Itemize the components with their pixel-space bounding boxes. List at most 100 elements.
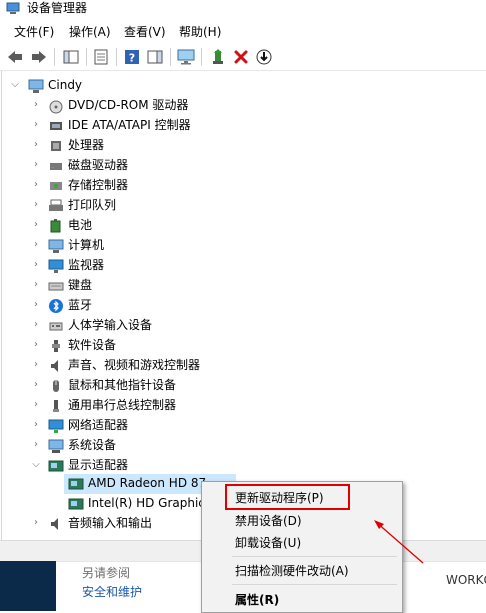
tree-category[interactable]: › 鼠标和其他指针设备 <box>2 376 486 396</box>
tree-category-label: IDE ATA/ATAPI 控制器 <box>68 118 191 132</box>
tree-category-label: 打印队列 <box>68 198 117 212</box>
tree-category-label: 鼠标和其他指针设备 <box>68 378 177 392</box>
collapse-icon[interactable]: ⌵ <box>31 460 41 470</box>
security-maintenance-link[interactable]: 安全和维护 <box>82 583 142 600</box>
tree-category-label: 键盘 <box>68 278 93 292</box>
tree-category[interactable]: › 蓝牙 <box>2 296 486 316</box>
help-icon[interactable]: ? <box>123 48 141 66</box>
tree-category[interactable]: › 磁盘驱动器 <box>2 156 486 176</box>
uninstall-icon[interactable] <box>232 48 250 66</box>
expand-icon[interactable]: › <box>31 420 41 430</box>
menu-action[interactable]: 操作(A) <box>69 26 111 39</box>
title-bar: 设备管理器 <box>0 0 486 20</box>
disk-icon <box>50 163 62 170</box>
tree-category-label: 声音、视频和游戏控制器 <box>68 358 201 372</box>
collapse-icon[interactable]: ⌵ <box>10 80 20 90</box>
expand-icon[interactable]: › <box>31 120 41 130</box>
toolbar-separator <box>201 48 202 66</box>
console-tree-icon[interactable] <box>62 48 80 66</box>
tree-category-label: 显示适配器 <box>68 458 129 472</box>
expand-icon[interactable]: › <box>31 240 41 250</box>
tree-root[interactable]: ⌵ Cindy <box>2 76 486 96</box>
tree-category[interactable]: › 通用串行总线控制器 <box>2 396 486 416</box>
expand-icon[interactable]: › <box>31 360 41 370</box>
window-title: 设备管理器 <box>27 1 88 15</box>
expand-icon[interactable]: › <box>31 300 41 310</box>
monitor-icon[interactable] <box>177 48 195 66</box>
expand-icon[interactable]: › <box>31 200 41 210</box>
action-pane-icon[interactable] <box>146 48 164 66</box>
storage-icon <box>50 182 62 190</box>
tree-category[interactable]: › IDE ATA/ATAPI 控制器 <box>2 116 486 136</box>
tree-category[interactable]: › 计算机 <box>2 236 486 256</box>
toolbar-separator <box>116 48 117 66</box>
highlight-box <box>225 484 350 510</box>
update-driver-icon[interactable] <box>209 48 227 66</box>
tree-category[interactable]: › 打印队列 <box>2 196 486 216</box>
system-icon <box>48 439 64 453</box>
tree-category[interactable]: ⌵ 显示适配器 <box>2 456 486 476</box>
usb-icon <box>53 400 59 412</box>
expand-icon[interactable]: › <box>31 518 41 528</box>
download-icon[interactable] <box>255 48 273 66</box>
computer-icon <box>48 239 64 253</box>
network-icon <box>48 419 64 433</box>
menu-item-scan-hardware[interactable]: 扫描检测硬件改动(A) <box>235 564 349 578</box>
device-manager-icon <box>6 2 20 14</box>
keyboard-icon <box>48 282 64 291</box>
expand-icon[interactable]: › <box>31 380 41 390</box>
tree-category[interactable]: › 监视器 <box>2 256 486 276</box>
expand-icon[interactable]: › <box>31 320 41 330</box>
tree-item-label: 音频输入和输出 <box>68 516 153 530</box>
menu-bar: 文件(F) 操作(A) 查看(V) 帮助(H) <box>0 20 486 44</box>
tree-root-label: Cindy <box>48 78 83 92</box>
processor-icon <box>51 141 61 151</box>
menu-item-disable-device[interactable]: 禁用设备(D) <box>235 514 302 528</box>
display-icon <box>48 460 64 472</box>
tree-category-label: 磁盘驱动器 <box>68 158 129 172</box>
menu-item-properties[interactable]: 属性(R) <box>235 593 279 607</box>
expand-icon[interactable]: › <box>31 280 41 290</box>
forward-icon[interactable] <box>30 48 48 66</box>
tree-category[interactable]: › 声音、视频和游戏控制器 <box>2 356 486 376</box>
hid-icon <box>49 322 63 331</box>
expand-icon[interactable]: › <box>31 400 41 410</box>
tree-category[interactable]: › 软件设备 <box>2 336 486 356</box>
back-icon[interactable] <box>6 48 24 66</box>
menu-item-uninstall-device[interactable]: 卸载设备(U) <box>235 536 301 550</box>
menu-help[interactable]: 帮助(H) <box>179 26 221 39</box>
tree-category-label: 蓝牙 <box>68 298 93 312</box>
mouse-icon <box>53 380 59 392</box>
computer-icon <box>28 79 44 93</box>
tree-item-label: Intel(R) HD Graphic <box>88 496 205 510</box>
bluetooth-icon <box>49 299 63 313</box>
expand-icon[interactable]: › <box>31 180 41 190</box>
menu-view[interactable]: 查看(V) <box>124 26 166 39</box>
expand-icon[interactable]: › <box>31 220 41 230</box>
tree-category[interactable]: › 处理器 <box>2 136 486 156</box>
expand-icon[interactable]: › <box>31 260 41 270</box>
tree-category-label: DVD/CD-ROM 驱动器 <box>68 98 189 112</box>
tree-category[interactable]: › 系统设备 <box>2 436 486 456</box>
tree-category-label: 软件设备 <box>68 338 117 352</box>
expand-icon[interactable]: › <box>31 160 41 170</box>
toolbar-separator <box>86 48 87 66</box>
expand-icon[interactable]: › <box>31 100 41 110</box>
tree-category[interactable]: › 网络适配器 <box>2 416 486 436</box>
tree-category[interactable]: › DVD/CD-ROM 驱动器 <box>2 96 486 116</box>
tree-category[interactable]: › 键盘 <box>2 276 486 296</box>
tree-category[interactable]: › 电池 <box>2 216 486 236</box>
battery-icon <box>50 219 61 233</box>
expand-icon[interactable]: › <box>31 140 41 150</box>
tree-category[interactable]: › 存储控制器 <box>2 176 486 196</box>
tree-item-label: AMD Radeon HD 87 <box>88 476 207 490</box>
software-icon <box>52 340 60 352</box>
ide-icon <box>50 122 62 130</box>
menu-file[interactable]: 文件(F) <box>14 26 54 39</box>
expand-icon[interactable]: › <box>31 440 41 450</box>
display-adapter-icon <box>68 478 84 490</box>
properties-icon[interactable] <box>92 48 110 66</box>
expand-icon[interactable]: › <box>31 340 41 350</box>
background-panel <box>0 561 56 611</box>
tree-category[interactable]: › 人体学输入设备 <box>2 316 486 336</box>
